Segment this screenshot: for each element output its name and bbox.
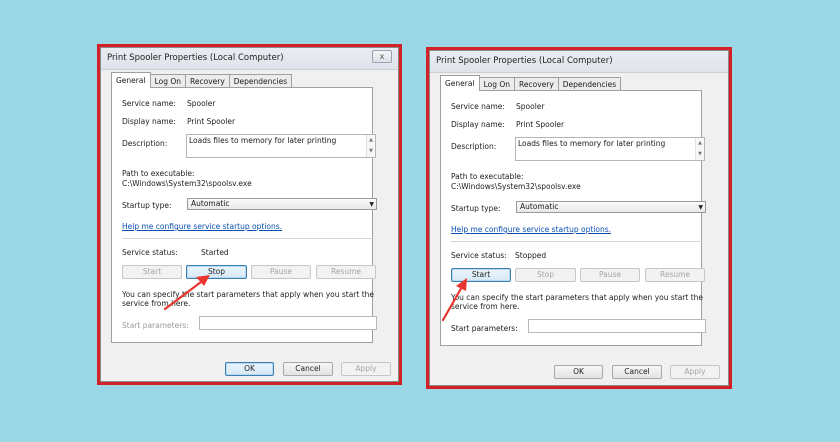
tab-general[interactable]: General bbox=[440, 75, 480, 91]
tab-general[interactable]: General bbox=[111, 72, 151, 88]
right-arrow-shaft bbox=[441, 283, 465, 322]
left-arrow-shaft bbox=[163, 277, 207, 311]
annotation-arrow-left bbox=[163, 275, 467, 322]
